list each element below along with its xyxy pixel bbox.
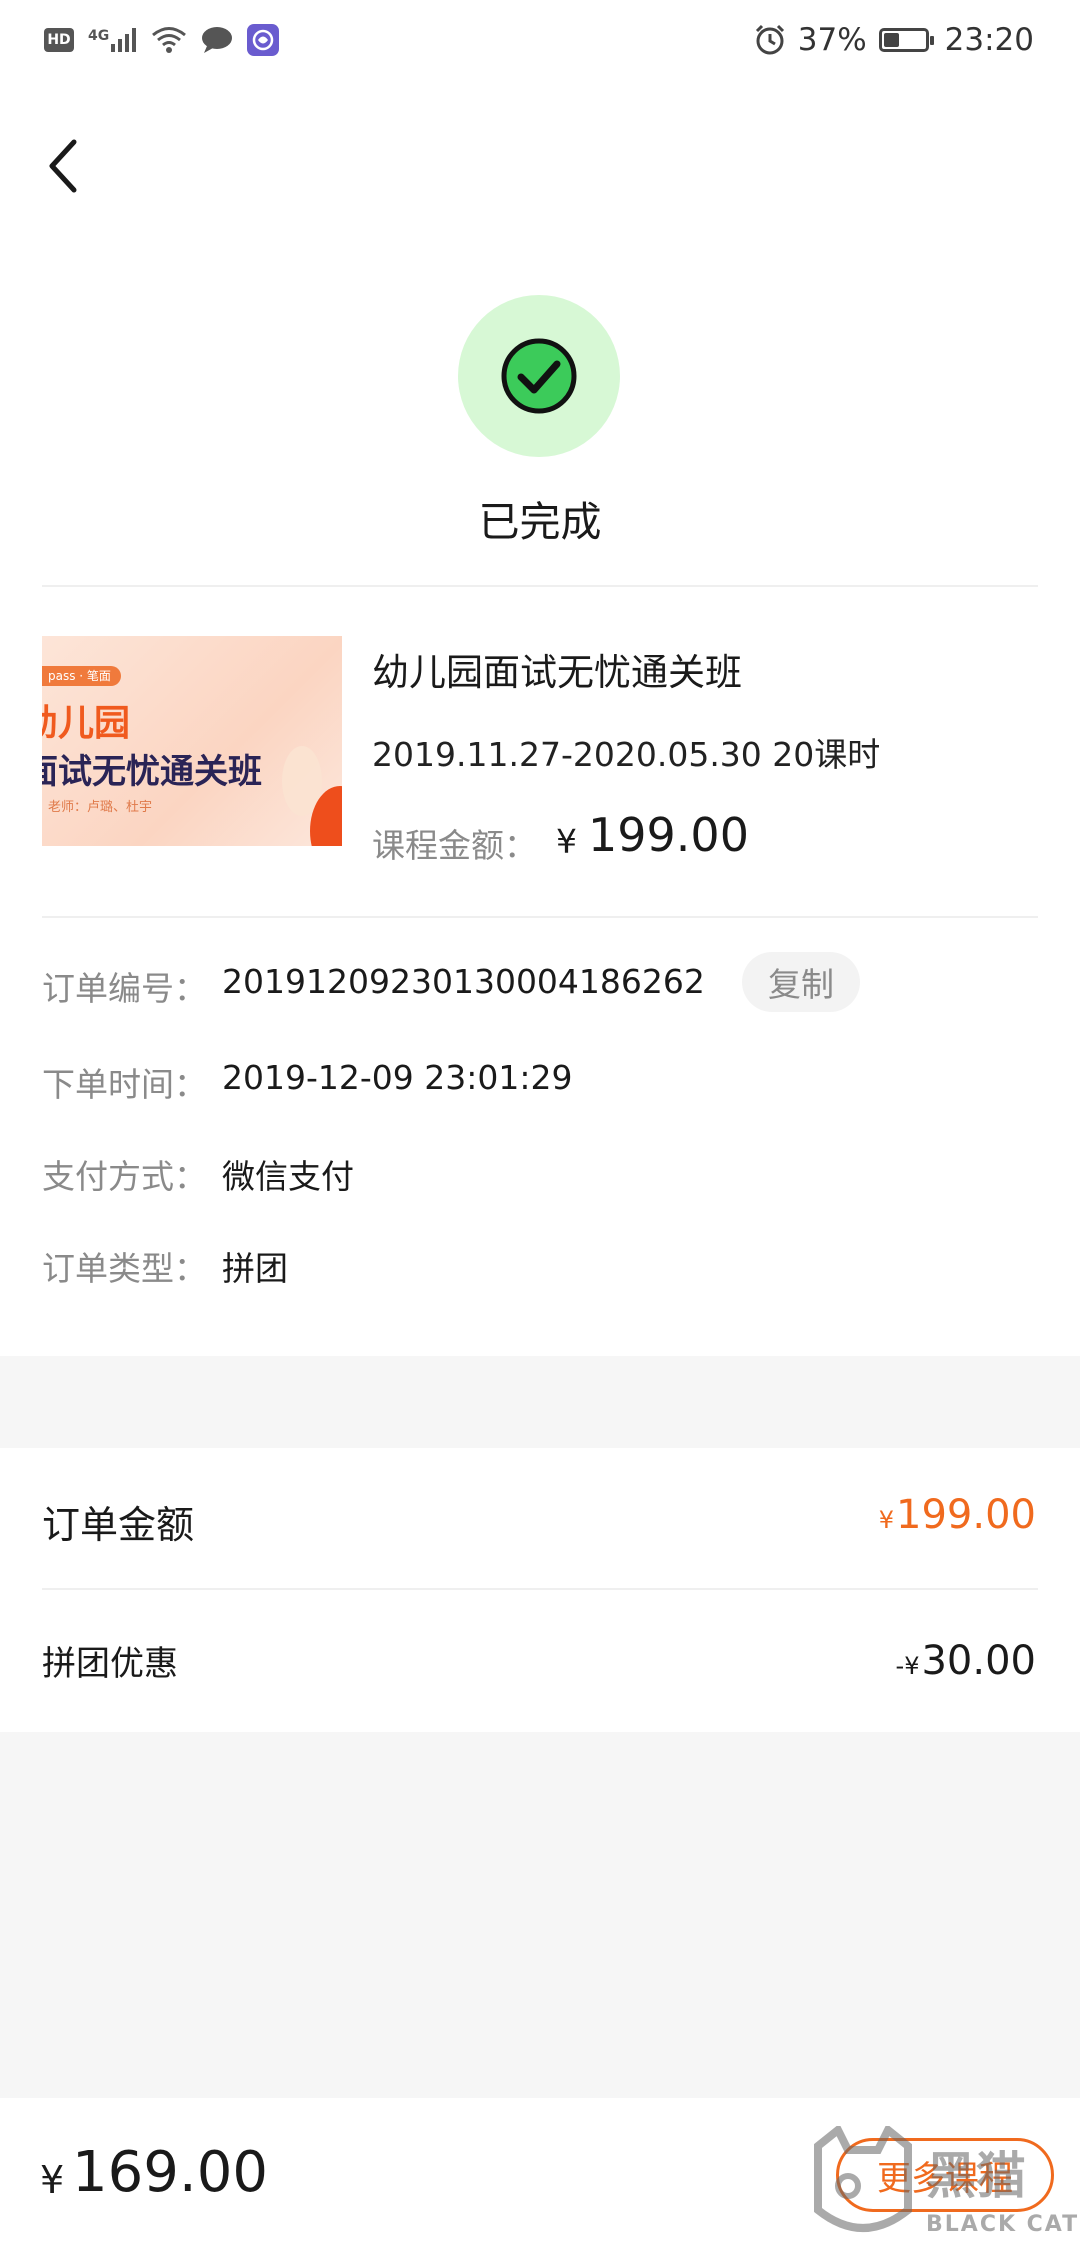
divider [42,916,1038,918]
battery-level [883,33,899,47]
order-time-label: 下单时间： [42,1065,207,1104]
course-price: 199.00 [588,808,749,862]
app-notification-icon [247,24,280,56]
order-type-label: 订单类型： [42,1249,207,1288]
order-amount-currency: ¥ [878,1506,895,1534]
order-time: 2019-12-09 23:01:29 [222,1058,573,1097]
message-icon [202,27,233,53]
course-period: 2019.11.27-2020.05.30 20课时 [372,735,881,774]
divider [42,585,1038,587]
order-number-label: 订单编号： [42,969,207,1008]
signal-icon: 4G [88,28,137,52]
course-price-currency: ¥ [556,822,577,861]
group-discount-value: 30.00 [921,1638,1036,1684]
empty-area [0,1732,1080,2098]
order-status-text: 已完成 [478,498,602,546]
course-thumbnail[interactable]: pass · 笔面 幼儿园 面试无忧通关班 老师：卢璐、杜宇 [42,636,342,846]
group-discount-label: 拼团优惠 [42,1644,178,1684]
order-number: 20191209230130004186262 [222,962,705,1001]
status-bar-left: HD 4G [44,24,280,56]
section-separator [0,1356,1080,1448]
more-courses-button[interactable]: 更多课程 [836,2138,1054,2212]
status-time: 23:20 [944,22,1034,58]
thumbnail-line-2: 面试无忧通关班 [42,752,262,792]
back-button[interactable] [40,136,88,196]
payment-method-label: 支付方式： [42,1157,207,1196]
order-amount-label: 订单金额 [42,1503,195,1547]
battery-percent: 37% [797,22,867,58]
order-amount: ¥ 199.00 [879,1492,1036,1538]
order-type: 拼团 [222,1249,288,1288]
check-circle-icon [501,338,577,414]
group-discount: -¥ 30.00 [896,1638,1036,1684]
thumbnail-line-1: 幼儿园 [42,703,131,744]
status-bar: HD 4G 37% 23:20 [0,0,1080,86]
payment-method: 微信支付 [222,1157,354,1196]
hd-icon: HD [44,28,74,52]
course-title[interactable]: 幼儿园面试无忧通关班 [372,642,742,696]
order-status-badge [458,295,620,457]
chevron-left-icon [49,139,77,193]
copy-button[interactable]: 复制 [742,952,860,1012]
thumbnail-tag: pass · 笔面 [42,666,121,686]
total-amount: 169.00 [72,2140,268,2205]
total-currency: ¥ [40,2158,65,2202]
status-bar-right: 37% 23:20 [754,22,1034,58]
network-type: 4G [88,28,110,44]
alarm-icon [755,24,784,55]
wifi-icon [152,27,187,53]
divider [42,1588,1038,1590]
thumbnail-line-3: 老师：卢璐、杜宇 [48,800,153,815]
group-discount-prefix: -¥ [895,1652,920,1680]
course-price-label: 课程金额： [372,826,537,865]
battery-icon [878,28,934,52]
order-amount-value: 199.00 [896,1492,1036,1538]
